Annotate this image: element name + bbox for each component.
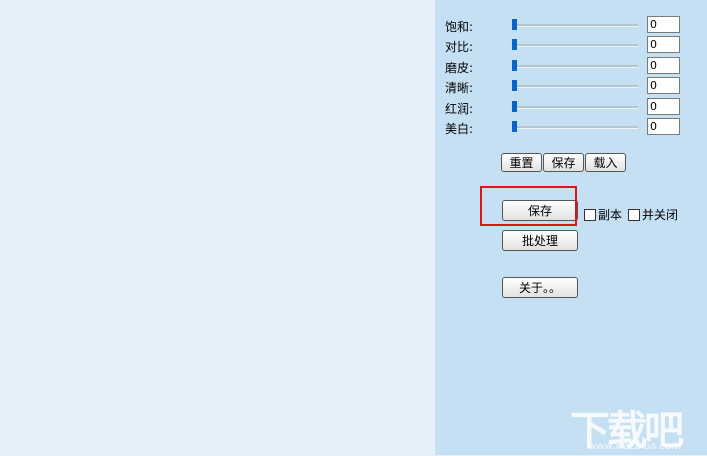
rosy-slider-track[interactable] <box>512 106 638 109</box>
copy-checkbox[interactable]: 副本 <box>584 206 622 223</box>
saturation-slider-thumb[interactable] <box>512 19 517 30</box>
smoothing-input[interactable] <box>647 57 680 74</box>
about-button[interactable]: 关于。。 <box>502 277 578 298</box>
highlight-box <box>480 186 577 226</box>
clarity-row: 清晰: <box>445 76 707 96</box>
rosy-row: 红润: <box>445 97 707 117</box>
rosy-slider-thumb[interactable] <box>512 101 517 112</box>
smoothing-slider-track[interactable] <box>512 65 638 68</box>
contrast-slider-track[interactable] <box>512 44 638 47</box>
batch-process-button[interactable]: 批处理 <box>502 230 578 251</box>
rosy-input[interactable] <box>647 98 680 115</box>
rosy-label: 红润: <box>445 102 474 116</box>
watermark-url: www.xiazaiba.com <box>588 441 681 452</box>
preset-save-button[interactable]: 保存 <box>543 153 584 172</box>
contrast-label: 对比: <box>445 40 474 54</box>
saturation-row: 饱和: <box>445 15 707 35</box>
whitening-slider-track[interactable] <box>512 126 638 129</box>
clarity-label: 清晰: <box>445 81 474 95</box>
saturation-label: 饱和: <box>445 20 474 34</box>
whitening-label: 美白: <box>445 122 474 136</box>
smoothing-slider-thumb[interactable] <box>512 60 517 71</box>
clarity-input[interactable] <box>647 77 680 94</box>
image-canvas <box>0 0 435 455</box>
close-checkbox-label: 并关闭 <box>642 208 679 222</box>
contrast-input[interactable] <box>647 36 680 53</box>
close-after-save-checkbox[interactable]: 并关闭 <box>628 206 678 223</box>
copy-checkbox-box[interactable] <box>584 208 596 221</box>
saturation-slider-track[interactable] <box>512 24 638 27</box>
adjustment-panel: 饱和: 对比: 磨皮: 清晰: 红润: 美白: <box>435 0 707 455</box>
clarity-slider-track[interactable] <box>512 85 638 88</box>
smoothing-row: 磨皮: <box>445 56 707 76</box>
contrast-slider-thumb[interactable] <box>512 39 517 50</box>
close-checkbox-box[interactable] <box>628 208 640 221</box>
whitening-row: 美白: <box>445 117 707 137</box>
contrast-row: 对比: <box>445 35 707 55</box>
copy-checkbox-label: 副本 <box>598 208 623 222</box>
load-button[interactable]: 载入 <box>585 153 626 172</box>
reset-button[interactable]: 重置 <box>501 153 542 172</box>
clarity-slider-thumb[interactable] <box>512 80 517 91</box>
whitening-input[interactable] <box>647 118 680 135</box>
smoothing-label: 磨皮: <box>445 61 474 75</box>
saturation-input[interactable] <box>647 16 680 33</box>
whitening-slider-thumb[interactable] <box>512 121 517 132</box>
